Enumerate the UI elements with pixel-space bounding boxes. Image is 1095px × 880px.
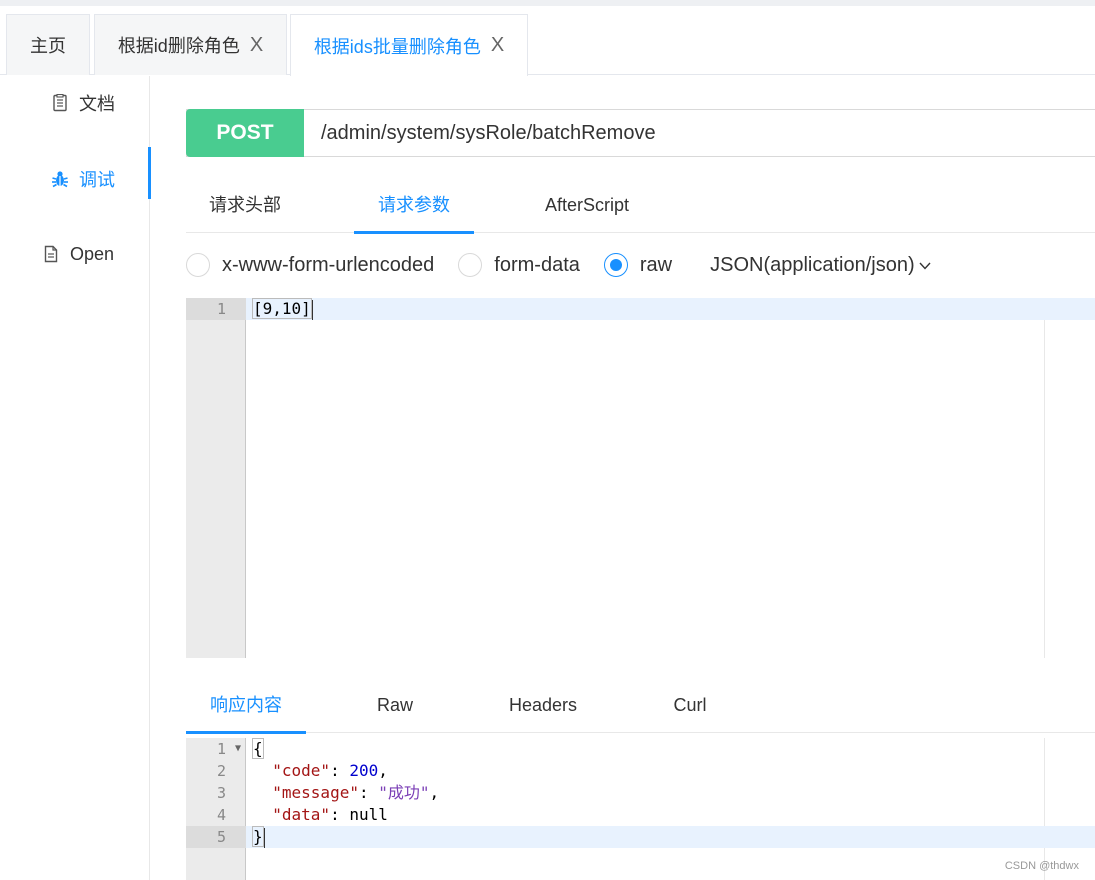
tab-bar: 主页 根据id删除角色 X 根据ids批量删除角色 X [0, 6, 1095, 76]
line-number: 3 [216, 784, 226, 802]
http-method-badge[interactable]: POST [186, 109, 304, 157]
code-text: } [252, 826, 264, 847]
radio-urlencoded[interactable]: x-www-form-urlencoded [186, 253, 434, 277]
line-number: 1 [186, 298, 246, 320]
code-line: { [246, 738, 1095, 760]
json-value: null [349, 805, 388, 824]
chevron-down-icon [919, 257, 931, 273]
request-url-input[interactable]: /admin/system/sysRole/batchRemove [304, 110, 1095, 156]
tab-afterscript[interactable]: AfterScript [526, 183, 648, 233]
document-icon [49, 92, 71, 114]
editor-gutter: 1 [186, 298, 246, 658]
tab-label: 根据id删除角色 [117, 36, 240, 56]
tab-batch-delete[interactable]: 根据ids批量删除角色 X [290, 14, 528, 76]
radio-raw[interactable]: raw [603, 253, 673, 277]
radio-circle[interactable] [603, 253, 628, 277]
code-text: [9,10] [252, 298, 312, 319]
code-line: } [246, 826, 1095, 848]
radio-circle[interactable] [458, 253, 483, 277]
response-body-editor[interactable]: 1 ▼ 2 3 4 5 { "code": 200, "message": "成功… [186, 738, 1095, 880]
tab-request-headers[interactable]: 请求头部 [186, 183, 304, 233]
content-type-dropdown[interactable]: JSON(application/json) [710, 254, 931, 277]
file-icon [40, 243, 62, 265]
sidebar: 文档 调试 Open [0, 76, 151, 880]
close-icon[interactable]: X [250, 34, 263, 57]
tab-response-headers[interactable]: Headers [492, 683, 594, 733]
sidebar-item-debug[interactable]: 调试 [0, 147, 151, 199]
sidebar-item-open[interactable]: Open [0, 234, 150, 274]
tab-label: 主页 [30, 36, 66, 56]
radio-form-data[interactable]: form-data [458, 253, 580, 277]
radio-label: form-data [494, 253, 580, 276]
radio-circle[interactable] [186, 253, 210, 277]
radio-label: raw [639, 253, 673, 276]
json-value: 200 [349, 761, 379, 780]
line-number: 2 [216, 762, 226, 780]
line-number: 1 ▼ [216, 738, 241, 760]
tab-response-content[interactable]: 响应内容 [186, 683, 306, 734]
editor-gutter: 1 ▼ 2 3 4 5 [186, 738, 246, 880]
watermark: CSDN @thdwx [1004, 860, 1079, 872]
request-body-editor[interactable]: 1 [9,10] [186, 298, 1095, 658]
json-key: "message" [272, 783, 359, 802]
tab-label: 根据ids批量删除角色 [313, 36, 481, 57]
code-line: [9,10] [246, 298, 1095, 320]
sidebar-item-label: 调试 [79, 170, 115, 190]
radio-label: x-www-form-urlencoded [222, 253, 435, 276]
json-value: "成功" [378, 783, 430, 802]
code-line: "message": "成功", [272, 783, 440, 802]
line-number: 4 [216, 806, 226, 824]
tab-request-params[interactable]: 请求参数 [354, 183, 474, 234]
request-url-bar: POST /admin/system/sysRole/batchRemove [186, 109, 1095, 157]
text-cursor [311, 299, 313, 320]
fold-arrow-icon[interactable]: ▼ [235, 738, 241, 760]
json-key: "code" [272, 761, 331, 780]
content-type-label: JSON(application/json) [710, 253, 915, 276]
line-number: 5 [186, 826, 246, 848]
code-line: "data": null [272, 805, 388, 824]
body-type-radios: x-www-form-urlencoded form-data raw JSON… [186, 250, 931, 280]
sidebar-item-label: Open [70, 243, 115, 264]
sidebar-item-label: 文档 [79, 94, 115, 114]
close-icon[interactable]: X [491, 34, 504, 57]
print-margin [1044, 298, 1045, 658]
sidebar-item-docs[interactable]: 文档 [0, 83, 150, 123]
tab-home[interactable]: 主页 [6, 14, 90, 75]
response-tabs: 响应内容 Raw Headers Curl [186, 683, 1095, 734]
code-line: "code": 200, [272, 761, 388, 780]
json-key: "data" [272, 805, 331, 824]
tab-response-raw[interactable]: Raw [346, 683, 444, 733]
text-cursor [263, 827, 265, 848]
bug-icon [49, 168, 71, 190]
tab-response-curl[interactable]: Curl [644, 683, 736, 733]
request-tabs: 请求头部 请求参数 AfterScript [186, 183, 1095, 234]
code-text: { [252, 738, 264, 759]
tab-delete-by-id[interactable]: 根据id删除角色 X [94, 14, 287, 75]
